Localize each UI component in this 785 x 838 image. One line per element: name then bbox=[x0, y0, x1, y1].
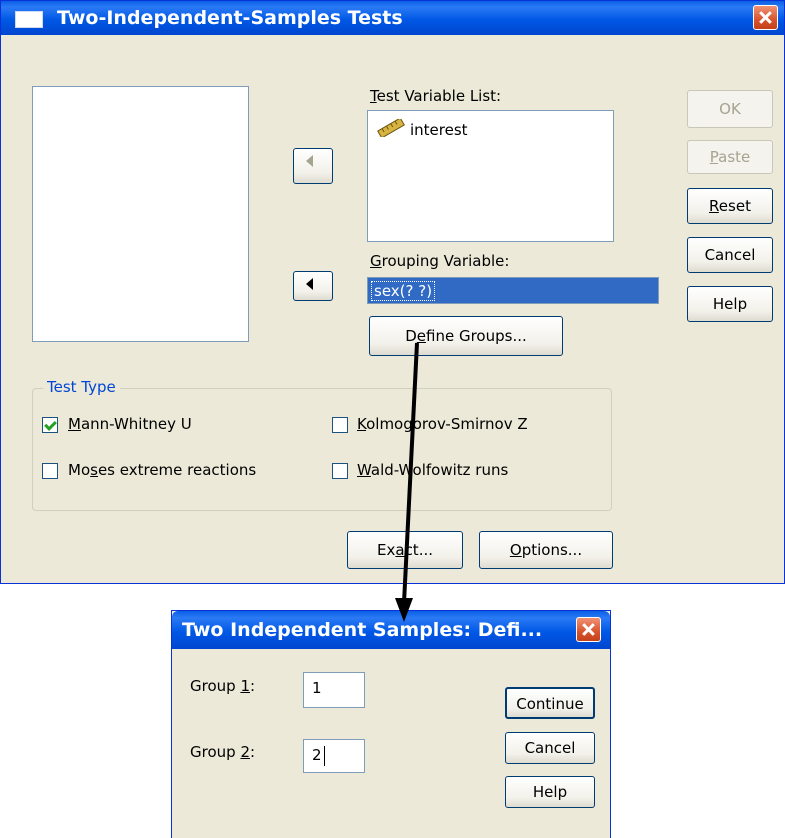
exact-button[interactable]: Exact... bbox=[347, 531, 463, 569]
moses-extreme-label[interactable]: Moses extreme reactions bbox=[68, 461, 256, 479]
kolmogorov-smirnov-checkbox[interactable] bbox=[332, 417, 348, 433]
mann-whitney-checkbox[interactable] bbox=[42, 417, 58, 433]
test-type-legend: Test Type bbox=[43, 378, 120, 396]
help-button[interactable]: Help bbox=[687, 286, 773, 322]
define-help-button[interactable]: Help bbox=[505, 776, 595, 808]
continue-button[interactable]: Continue bbox=[505, 687, 595, 719]
cancel-button[interactable]: Cancel bbox=[687, 237, 773, 273]
window-icon bbox=[15, 11, 43, 28]
paste-button[interactable]: Paste bbox=[687, 140, 773, 174]
define-cancel-button[interactable]: Cancel bbox=[505, 732, 595, 764]
wald-wolfowitz-label[interactable]: Wald-Wolfowitz runs bbox=[357, 461, 508, 479]
define-close-button[interactable] bbox=[576, 617, 601, 642]
two-independent-samples-dialog: Two-Independent-Samples Tests Test Varia… bbox=[0, 0, 785, 584]
kolmogorov-smirnov-label[interactable]: Kolmogorov-Smirnov Z bbox=[357, 415, 528, 433]
main-close-button[interactable] bbox=[753, 5, 778, 30]
group1-input[interactable]: 1 bbox=[303, 672, 365, 708]
test-variable-list-label: Test Variable List: bbox=[370, 87, 502, 105]
reset-button[interactable]: Reset bbox=[687, 188, 773, 224]
move-grouping-variable-button[interactable] bbox=[293, 271, 333, 301]
main-dialog-title: Two-Independent-Samples Tests bbox=[57, 7, 403, 29]
ok-button[interactable]: OK bbox=[687, 90, 773, 128]
move-test-variable-button[interactable] bbox=[293, 148, 333, 184]
define-title-bar[interactable]: Two Independent Samples: Defi... bbox=[172, 611, 610, 649]
grouping-variable-label: Grouping Variable: bbox=[370, 252, 510, 270]
group2-label: Group 2: bbox=[190, 743, 256, 761]
main-title-bar[interactable]: Two-Independent-Samples Tests bbox=[1, 1, 784, 35]
test-type-group bbox=[32, 388, 612, 511]
test-variable-list[interactable]: interest bbox=[367, 110, 614, 242]
source-variable-list[interactable] bbox=[32, 86, 249, 342]
options-button[interactable]: Options... bbox=[479, 531, 613, 569]
define-dialog-title: Two Independent Samples: Defi... bbox=[182, 619, 543, 641]
mann-whitney-label[interactable]: Mann-Whitney U bbox=[68, 415, 192, 433]
grouping-variable-value: sex(? ?) bbox=[371, 281, 436, 301]
group2-input[interactable]: 2 bbox=[303, 739, 365, 773]
text-cursor bbox=[324, 746, 325, 766]
grouping-variable-field[interactable]: sex(? ?) bbox=[367, 277, 659, 304]
group1-label: Group 1: bbox=[190, 677, 256, 695]
test-variable-name: interest bbox=[410, 121, 468, 139]
group1-value: 1 bbox=[312, 679, 322, 697]
group2-value: 2 bbox=[312, 746, 322, 764]
ruler-scale-icon bbox=[376, 117, 406, 139]
define-groups-dialog: Two Independent Samples: Defi... Group 1… bbox=[171, 610, 611, 838]
moses-extreme-checkbox[interactable] bbox=[42, 463, 58, 479]
define-groups-button[interactable]: Define Groups... bbox=[369, 316, 563, 356]
wald-wolfowitz-checkbox[interactable] bbox=[332, 463, 348, 479]
